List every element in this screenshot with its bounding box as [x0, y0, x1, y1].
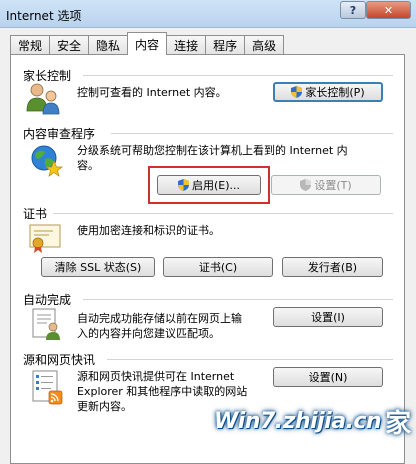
parental-description: 控制可查看的 Internet 内容。 [77, 86, 227, 99]
feeds-description-line1: 源和网页快讯提供可在 Internet [77, 370, 235, 383]
tab-privacy[interactable]: 隐私 [88, 35, 129, 55]
watermark-char: 家 [385, 408, 412, 439]
tab-content[interactable]: 内容 [127, 32, 168, 55]
title-bar: Internet 选项 ? ✕ [0, 0, 416, 28]
certificates-button[interactable]: 证书(C) [163, 257, 273, 277]
divider [53, 213, 393, 214]
help-button[interactable]: ? [340, 1, 366, 19]
close-button[interactable]: ✕ [366, 1, 411, 19]
divider [83, 299, 393, 300]
divider [111, 133, 393, 134]
certificates-section-title: 证书 [23, 207, 48, 221]
window-title: Internet 选项 [6, 9, 82, 23]
advisor-description-line2: 容。 [77, 159, 99, 172]
autocomplete-section-title: 自动完成 [23, 293, 72, 307]
tab-general[interactable]: 常规 [10, 35, 51, 55]
clear-ssl-state-button[interactable]: 清除 SSL 状态(S) [41, 257, 155, 277]
tab-connections[interactable]: 连接 [166, 35, 207, 55]
certificate-icon [29, 224, 61, 253]
autocomplete-description-line1: 自动完成功能存储以前在网页上输 [77, 312, 242, 325]
site-watermark: Win7.zhijia.cn 家 [214, 390, 411, 452]
publishers-button[interactable]: 发行者(B) [282, 257, 383, 277]
uac-shield-icon [300, 179, 312, 191]
advisor-section-title: 内容审查程序 [23, 127, 96, 141]
help-icon: ? [349, 3, 357, 17]
autocomplete-description-line2: 入的内容并向您建议匹配项。 [77, 327, 220, 340]
tab-programs[interactable]: 程序 [205, 35, 246, 55]
parental-controls-button[interactable]: 家长控制(P) [273, 82, 383, 102]
tab-advanced[interactable]: 高级 [244, 35, 285, 55]
certificates-description: 使用加密连接和标识的证书。 [77, 224, 220, 237]
autocomplete-settings-button[interactable]: 设置(I) [273, 307, 383, 327]
advisor-settings-button[interactable]: 设置(T) [271, 175, 381, 195]
feeds-section-title: 源和网页快讯 [23, 353, 96, 367]
parental-controls-icon [26, 83, 60, 115]
uac-shield-icon [291, 86, 303, 98]
feeds-settings-button[interactable]: 设置(N) [273, 367, 383, 387]
close-icon: ✕ [383, 3, 394, 17]
divider [107, 359, 393, 360]
content-advisor-icon [31, 145, 63, 177]
divider [83, 75, 393, 76]
advisor-description-line1: 分级系统可帮助您控制在该计算机上看到的 Internet 内 [77, 144, 348, 157]
uac-shield-icon [177, 179, 189, 191]
feeds-icon [32, 370, 63, 405]
tab-security[interactable]: 安全 [49, 35, 90, 55]
autocomplete-icon [32, 308, 60, 340]
feeds-description-line3: 更新内容。 [77, 400, 132, 413]
watermark-text: Win7.zhijia.cn [214, 408, 382, 434]
tab-strip: 常规 安全 隐私 内容 连接 程序 高级 [10, 32, 285, 55]
enable-button[interactable]: 启用(E)... [157, 175, 261, 195]
